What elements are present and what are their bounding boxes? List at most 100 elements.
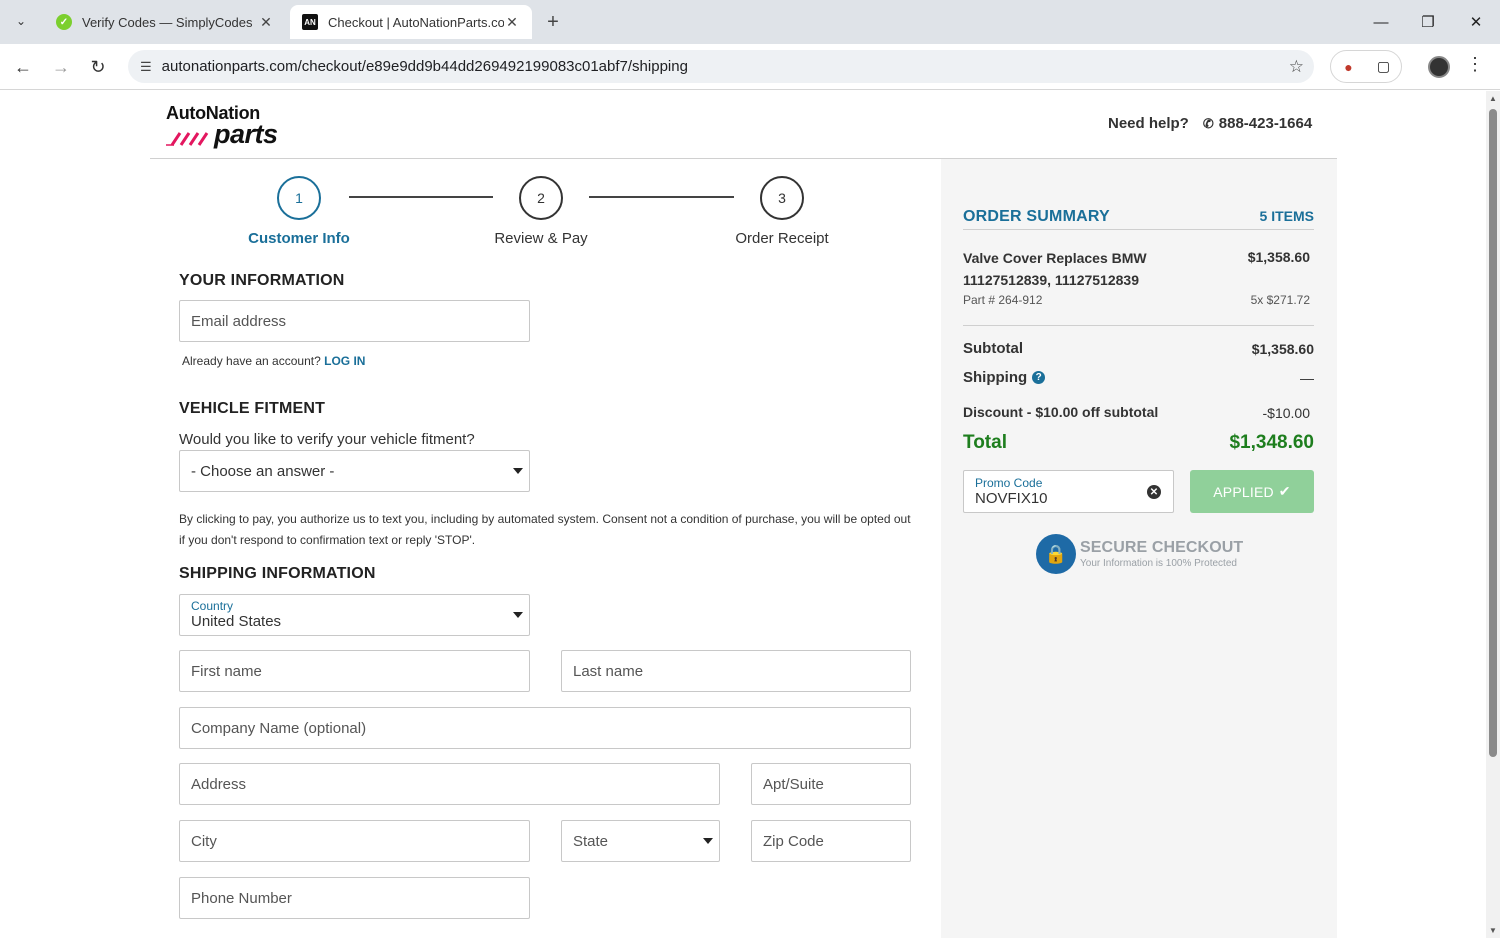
zip-code-field[interactable]: Zip Code bbox=[751, 820, 911, 862]
site-settings-icon[interactable]: ☰ bbox=[140, 59, 152, 75]
scroll-down-icon[interactable]: ▼ bbox=[1489, 926, 1497, 935]
close-icon[interactable]: ✕ bbox=[504, 14, 520, 31]
email-field[interactable]: Email address bbox=[179, 300, 530, 342]
tab-simplycodes[interactable]: ✓ Verify Codes — SimplyCodes ✕ bbox=[44, 5, 286, 39]
minimize-button[interactable]: — bbox=[1366, 8, 1396, 36]
fitment-question: Would you like to verify your vehicle fi… bbox=[179, 431, 475, 448]
extensions-group: ● ▢ bbox=[1330, 50, 1402, 83]
logo-text-parts: parts bbox=[214, 119, 278, 149]
account-prompt: Already have an account? LOG IN bbox=[182, 351, 365, 372]
order-summary-title: ORDER SUMMARY bbox=[963, 208, 1110, 225]
puzzle-icon[interactable]: ▢ bbox=[1375, 58, 1393, 76]
discount-label: Discount - $10.00 off subtotal bbox=[963, 404, 1159, 420]
item-part-number: Part # 264-912 bbox=[963, 293, 1043, 307]
country-select[interactable]: Country United States bbox=[179, 594, 530, 636]
vehicle-fitment-heading: VEHICLE FITMENT bbox=[179, 400, 326, 417]
promo-code-value: NOVFIX10 bbox=[975, 490, 1048, 507]
back-button[interactable]: ← bbox=[8, 52, 38, 82]
step-review-pay: 2 Review & Pay bbox=[461, 176, 621, 247]
checkout-page: AutoNation parts Need help? ✆ 888-423-16… bbox=[0, 91, 1486, 938]
step-label: Review & Pay bbox=[494, 230, 588, 247]
fitment-select[interactable]: - Choose an answer - bbox=[179, 450, 530, 492]
tab-title: Verify Codes — SimplyCodes bbox=[82, 14, 253, 30]
arrow-left-icon: ← bbox=[14, 56, 32, 77]
forward-button[interactable]: → bbox=[46, 52, 76, 82]
phone-number-field[interactable]: Phone Number bbox=[179, 877, 530, 919]
address-field[interactable]: Address bbox=[179, 763, 720, 805]
apply-promo-button[interactable]: APPLIED ✔ bbox=[1190, 470, 1314, 513]
simplycodes-favicon-icon: ✓ bbox=[56, 14, 72, 30]
restore-button[interactable]: ❐ bbox=[1413, 8, 1443, 36]
discount-value: -$10.00 bbox=[1262, 405, 1310, 421]
total-value: $1,348.60 bbox=[1229, 432, 1314, 453]
tab-search-button[interactable]: ⌄ bbox=[8, 8, 34, 34]
shipping-row: Shipping ? bbox=[963, 369, 1046, 386]
company-field[interactable]: Company Name (optional) bbox=[179, 707, 911, 749]
lock-icon: 🔒 bbox=[1036, 534, 1076, 574]
sms-consent-text: By clicking to pay, you authorize us to … bbox=[179, 512, 911, 547]
browser-toolbar: ← → ↻ ☰ autonationparts.com/checkout/e89… bbox=[0, 44, 1500, 90]
reload-button[interactable]: ↻ bbox=[83, 52, 113, 82]
page-scrollbar[interactable]: ▲ ▼ bbox=[1486, 91, 1500, 938]
close-icon: ✕ bbox=[1469, 14, 1483, 31]
step-number: 1 bbox=[277, 176, 321, 220]
secure-checkout-title: SECURE CHECKOUT bbox=[1080, 539, 1244, 556]
new-tab-button[interactable]: + bbox=[540, 9, 566, 35]
scroll-up-icon[interactable]: ▲ bbox=[1489, 94, 1497, 103]
minimize-icon: — bbox=[1373, 13, 1389, 31]
total-label: Total bbox=[963, 432, 1007, 453]
url-text: autonationparts.com/checkout/e89e9dd9b44… bbox=[161, 58, 688, 75]
extension-icon[interactable]: ● bbox=[1340, 58, 1358, 76]
shipping-label: Shipping bbox=[963, 369, 1028, 386]
question-circle-icon[interactable]: ? bbox=[1032, 371, 1046, 384]
login-link[interactable]: LOG IN bbox=[324, 354, 365, 368]
more-menu-icon[interactable]: ⋮ bbox=[1466, 54, 1484, 75]
help-contact: Need help? ✆ 888-423-1664 bbox=[1108, 115, 1312, 132]
your-information-heading: YOUR INFORMATION bbox=[179, 272, 345, 289]
country-value: United States bbox=[191, 613, 282, 630]
secure-checkout-subtitle: Your Information is 100% Protected bbox=[1080, 558, 1237, 569]
state-select[interactable]: State bbox=[561, 820, 720, 862]
apt-suite-field[interactable]: Apt/Suite bbox=[751, 763, 911, 805]
summary-divider bbox=[963, 229, 1314, 230]
item-name: Valve Cover Replaces BMW 11127512839, 11… bbox=[963, 250, 1147, 288]
secure-checkout-badge: 🔒 SECURE CHECKOUT Your Information is 10… bbox=[1036, 534, 1243, 574]
step-number: 3 bbox=[760, 176, 804, 220]
city-field[interactable]: City bbox=[179, 820, 530, 862]
profile-avatar[interactable] bbox=[1428, 56, 1450, 78]
address-bar[interactable]: ☰ autonationparts.com/checkout/e89e9dd9b… bbox=[128, 50, 1314, 83]
help-label: Need help? bbox=[1108, 115, 1189, 132]
subtotal-value: $1,358.60 bbox=[1251, 341, 1314, 357]
step-label: Order Receipt bbox=[735, 230, 829, 247]
autonation-parts-logo[interactable]: AutoNation parts bbox=[166, 103, 296, 153]
close-icon[interactable]: ✕ bbox=[258, 14, 274, 31]
item-quantity-price: 5x $271.72 bbox=[1250, 293, 1310, 307]
bookmark-star-icon[interactable]: ☆ bbox=[1289, 57, 1304, 77]
reload-icon: ↻ bbox=[90, 56, 106, 77]
checkmark-icon: ✔ bbox=[1278, 483, 1291, 499]
restore-icon: ❐ bbox=[1421, 14, 1435, 31]
tab-checkout[interactable]: AN Checkout | AutoNationParts.com ✕ bbox=[290, 5, 532, 39]
close-window-button[interactable]: ✕ bbox=[1461, 8, 1491, 36]
step-order-receipt: 3 Order Receipt bbox=[702, 176, 862, 247]
step-label: Customer Info bbox=[248, 230, 350, 247]
applied-label: APPLIED bbox=[1213, 483, 1274, 500]
browser-tab-bar: ⌄ ✓ Verify Codes — SimplyCodes ✕ AN Chec… bbox=[0, 0, 1500, 44]
order-item-count[interactable]: 5 ITEMS bbox=[1254, 208, 1314, 224]
summary-divider bbox=[963, 325, 1314, 326]
chevron-down-icon: ⌄ bbox=[15, 14, 27, 28]
tab-title: Checkout | AutoNationParts.com bbox=[328, 14, 504, 30]
promo-code-field[interactable]: Promo Code NOVFIX10 ✕ bbox=[963, 470, 1174, 513]
clear-circle-icon[interactable]: ✕ bbox=[1147, 485, 1161, 499]
promo-code-label: Promo Code bbox=[975, 476, 1043, 490]
scrollbar-thumb[interactable] bbox=[1489, 109, 1497, 757]
country-label: Country bbox=[191, 599, 234, 613]
last-name-field[interactable]: Last name bbox=[561, 650, 911, 692]
subtotal-label: Subtotal bbox=[963, 340, 1023, 357]
shipping-information-heading: SHIPPING INFORMATION bbox=[179, 565, 376, 582]
step-number: 2 bbox=[519, 176, 563, 220]
help-phone-number[interactable]: 888-423-1664 bbox=[1219, 115, 1312, 132]
first-name-field[interactable]: First name bbox=[179, 650, 530, 692]
item-price: $1,358.60 bbox=[1247, 249, 1310, 265]
autonation-favicon-icon: AN bbox=[302, 14, 318, 30]
